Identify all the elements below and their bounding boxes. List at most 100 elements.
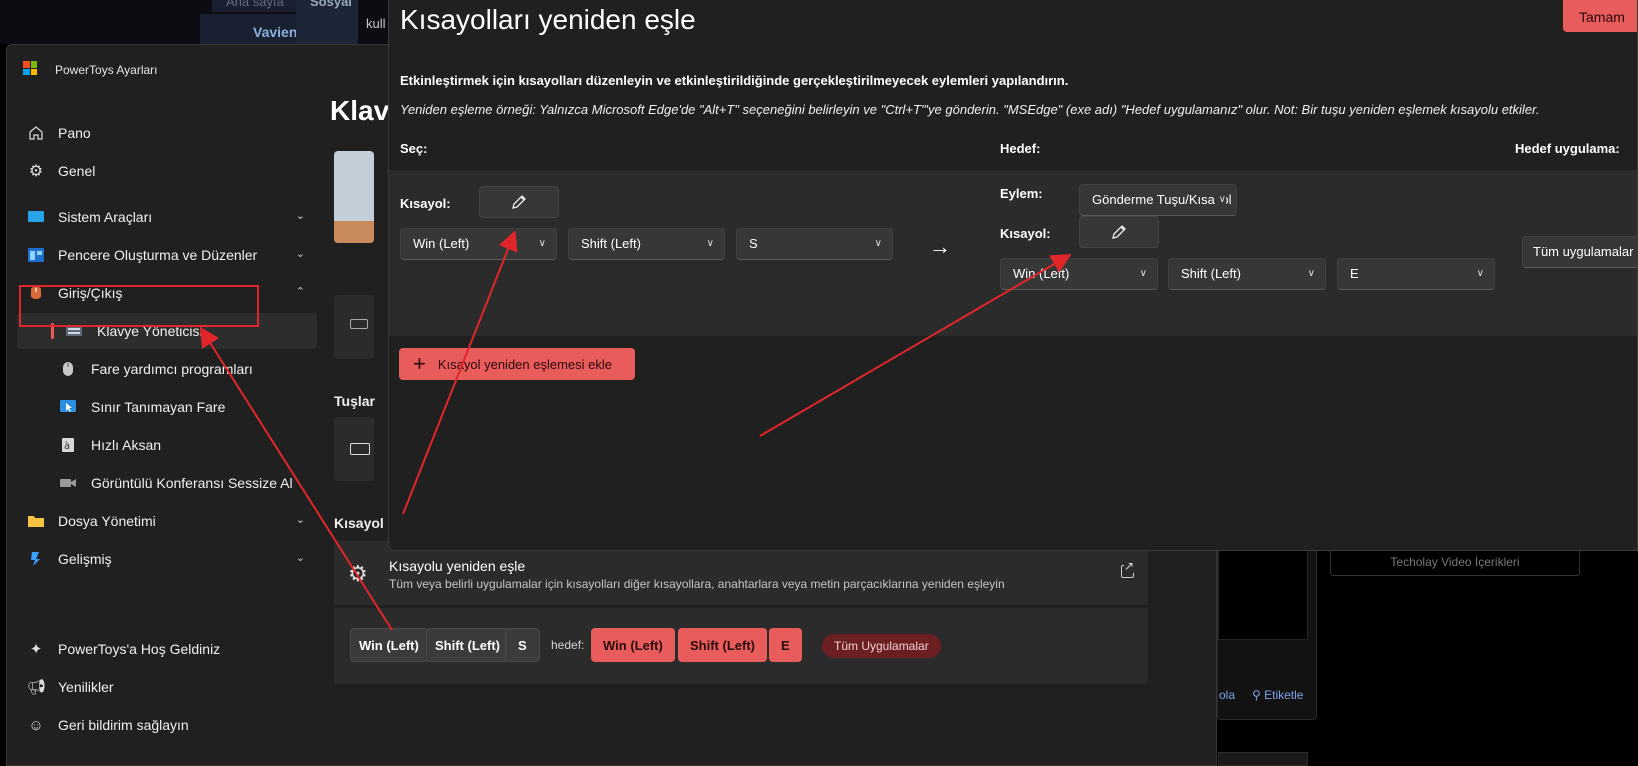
sidebar-item-label: PowerToys'a Hoş Geldiniz: [58, 641, 221, 657]
remap-keys-card[interactable]: [334, 417, 374, 481]
background-tab-home[interactable]: Ana sayfa: [212, 0, 298, 12]
background-tab-social[interactable]: Sosyal: [296, 0, 358, 44]
sidebar-item-geri-bildirim[interactable]: ☺ Geri bildirim sağlayın: [17, 707, 317, 743]
chevron-down-icon: ∨: [1214, 185, 1226, 215]
sidebar-item-hos-geldiniz[interactable]: ✦ PowerToys'a Hoş Geldiniz: [17, 631, 317, 667]
input-value: Tüm uygulamalar: [1533, 244, 1634, 259]
home-icon: [27, 124, 45, 142]
advanced-icon: [27, 550, 45, 568]
add-button-label: Kısayol yeniden eşlemesi ekle: [437, 356, 613, 372]
sidebar-item-label: Fare yardımcı programları: [91, 361, 253, 377]
external-link-icon[interactable]: [1121, 559, 1135, 578]
window-layout-icon: [27, 246, 45, 264]
sidebar-item-hizli-aksan[interactable]: à Hızlı Aksan: [17, 427, 317, 463]
background-strip-label: Vavien.: [253, 24, 302, 40]
chevron-down-icon: ∨: [1307, 268, 1315, 279]
sidebar-item-sinir-tanimayan[interactable]: Sınır Tanımayan Fare: [17, 389, 317, 425]
remap-row: Kısayol: Win (Left) ∨ Shift (Left) ∨ S ∨ → …: [389, 170, 1637, 336]
section-title-keys: Tuşlar: [334, 393, 375, 409]
chevron-down-icon: ⌄: [295, 514, 305, 526]
accent-icon: à: [59, 436, 77, 454]
target-key-select[interactable]: Win (Left) ∨: [1000, 258, 1158, 290]
chevron-down-icon: ∨: [874, 238, 882, 249]
sidebar-item-label: Geri bildirim sağlayın: [58, 717, 189, 733]
sidebar-item-genel[interactable]: ⚙ Genel: [17, 153, 317, 189]
chevron-down-icon: ∨: [538, 238, 546, 249]
source-edit-button[interactable]: [479, 186, 559, 218]
column-header-select: Seç:: [400, 141, 428, 156]
select-value: Win (Left): [413, 236, 470, 251]
camera-icon: [59, 474, 77, 492]
dialog-title: Kısayolları yeniden eşle: [400, 4, 696, 35]
background-video-button[interactable]: Techolay Video İçerikleri: [1330, 548, 1580, 576]
action-select[interactable]: Gönderme Tuşu/Kısayol ∨: [1079, 184, 1237, 216]
target-key-chip: Shift (Left): [678, 628, 767, 662]
sidebar-item-label: Dosya Yönetimi: [58, 513, 156, 529]
chevron-up-icon: ⌃: [295, 286, 305, 298]
source-key-select[interactable]: S ∨: [736, 228, 893, 260]
section-title-shortcuts: Kısayol: [334, 515, 384, 531]
select-value: Win (Left): [1013, 266, 1070, 281]
pencil-icon: [1112, 225, 1126, 239]
sidebar-item-label: Pano: [58, 125, 91, 141]
target-key-select[interactable]: Shift (Left) ∨: [1168, 258, 1326, 290]
sidebar-item-pencere[interactable]: Pencere Oluşturma ve Düzenler ⌄: [17, 237, 317, 273]
mouse-without-borders-icon: [59, 398, 77, 416]
source-key-select[interactable]: Win (Left) ∨: [400, 228, 557, 260]
chevron-down-icon: ⌄: [295, 248, 305, 260]
powertoys-app-icon: [23, 61, 37, 75]
mouse-icon: [59, 360, 77, 378]
welcome-icon: ✦: [29, 641, 43, 658]
arrow-right-icon: →: [929, 234, 951, 259]
keyboard-icon: [350, 443, 370, 455]
background-link-1[interactable]: ola: [1219, 688, 1235, 702]
remap-card-title: Kısayolu yeniden eşle: [389, 558, 526, 574]
sidebar-item-yenilikler[interactable]: 📢︎ Yenilikler: [17, 669, 317, 705]
target-edit-button[interactable]: [1079, 216, 1159, 248]
source-key-select[interactable]: Shift (Left) ∨: [568, 228, 725, 260]
megaphone-icon: 📢︎: [27, 679, 47, 696]
target-key-select[interactable]: E ∨: [1337, 258, 1495, 290]
target-shortcut-label: Kısayol:: [1000, 226, 1051, 241]
background-link-tag[interactable]: ⚲ Etiketle: [1252, 688, 1303, 702]
sidebar-item-sistem-araclari[interactable]: Sistem Araçları ⌄: [17, 199, 317, 235]
sidebar-item-gelismis[interactable]: Gelişmiş ⌄: [17, 541, 317, 577]
gear-icon: ⚙: [28, 163, 44, 180]
keyboard-icon: [350, 319, 368, 329]
chevron-down-icon: ∨: [1139, 268, 1147, 279]
chevron-down-icon: ⌄: [295, 210, 305, 222]
remap-card-description: Tüm veya belirli uygulamalar için kısayo…: [389, 577, 1005, 591]
chevron-down-icon: ∨: [1476, 268, 1484, 279]
source-shortcut-label: Kısayol:: [400, 196, 451, 211]
target-key-chip: E: [769, 628, 802, 662]
settings-card[interactable]: [334, 295, 374, 359]
target-app-input[interactable]: Tüm uygulamalar: [1522, 236, 1637, 268]
target-app-badge: Tüm Uygulamalar: [822, 634, 941, 658]
source-key-chip: Shift (Left): [426, 628, 509, 662]
sidebar-item-fare-yardimci[interactable]: Fare yardımcı programları: [17, 351, 317, 387]
target-key-chip: Win (Left): [591, 628, 675, 662]
sidebar-item-pano[interactable]: Pano: [17, 115, 317, 151]
app-title: PowerToys Ayarları: [55, 63, 158, 77]
select-value: Shift (Left): [581, 236, 641, 251]
column-header-target-app: Hedef uygulama:: [1515, 141, 1620, 156]
sidebar-item-label: Görüntülü Konferansı Sessize Al: [91, 475, 293, 491]
target-label: hedef:: [551, 638, 585, 652]
page-title: Klav: [330, 95, 390, 126]
add-shortcut-remap-button[interactable]: + Kısayol yeniden eşlemesi ekle: [399, 348, 635, 380]
shortcut-mapping-row: Win (Left) Shift (Left) S hedef: Win (Le…: [334, 608, 1148, 684]
select-value: Shift (Left): [1181, 266, 1241, 281]
tag-icon: ⚲: [1252, 688, 1265, 702]
system-tools-icon: [27, 208, 45, 226]
select-value: S: [749, 236, 758, 251]
annotation-highlight-box: [19, 285, 259, 327]
column-header-target: Hedef:: [1000, 141, 1041, 156]
ok-button[interactable]: Tamam: [1563, 0, 1637, 32]
sidebar-item-konferans[interactable]: Görüntülü Konferansı Sessize Al: [17, 465, 317, 501]
remap-shortcuts-dialog: Kısayolları yeniden eşle Tamam Etkinleşt…: [388, 0, 1638, 551]
chevron-down-icon: ∨: [706, 238, 714, 249]
svg-text:à: à: [64, 440, 70, 452]
sidebar-item-label: Genel: [58, 163, 96, 179]
hero-image: [334, 151, 374, 243]
sidebar-item-dosya-yonetimi[interactable]: Dosya Yönetimi ⌄: [17, 503, 317, 539]
